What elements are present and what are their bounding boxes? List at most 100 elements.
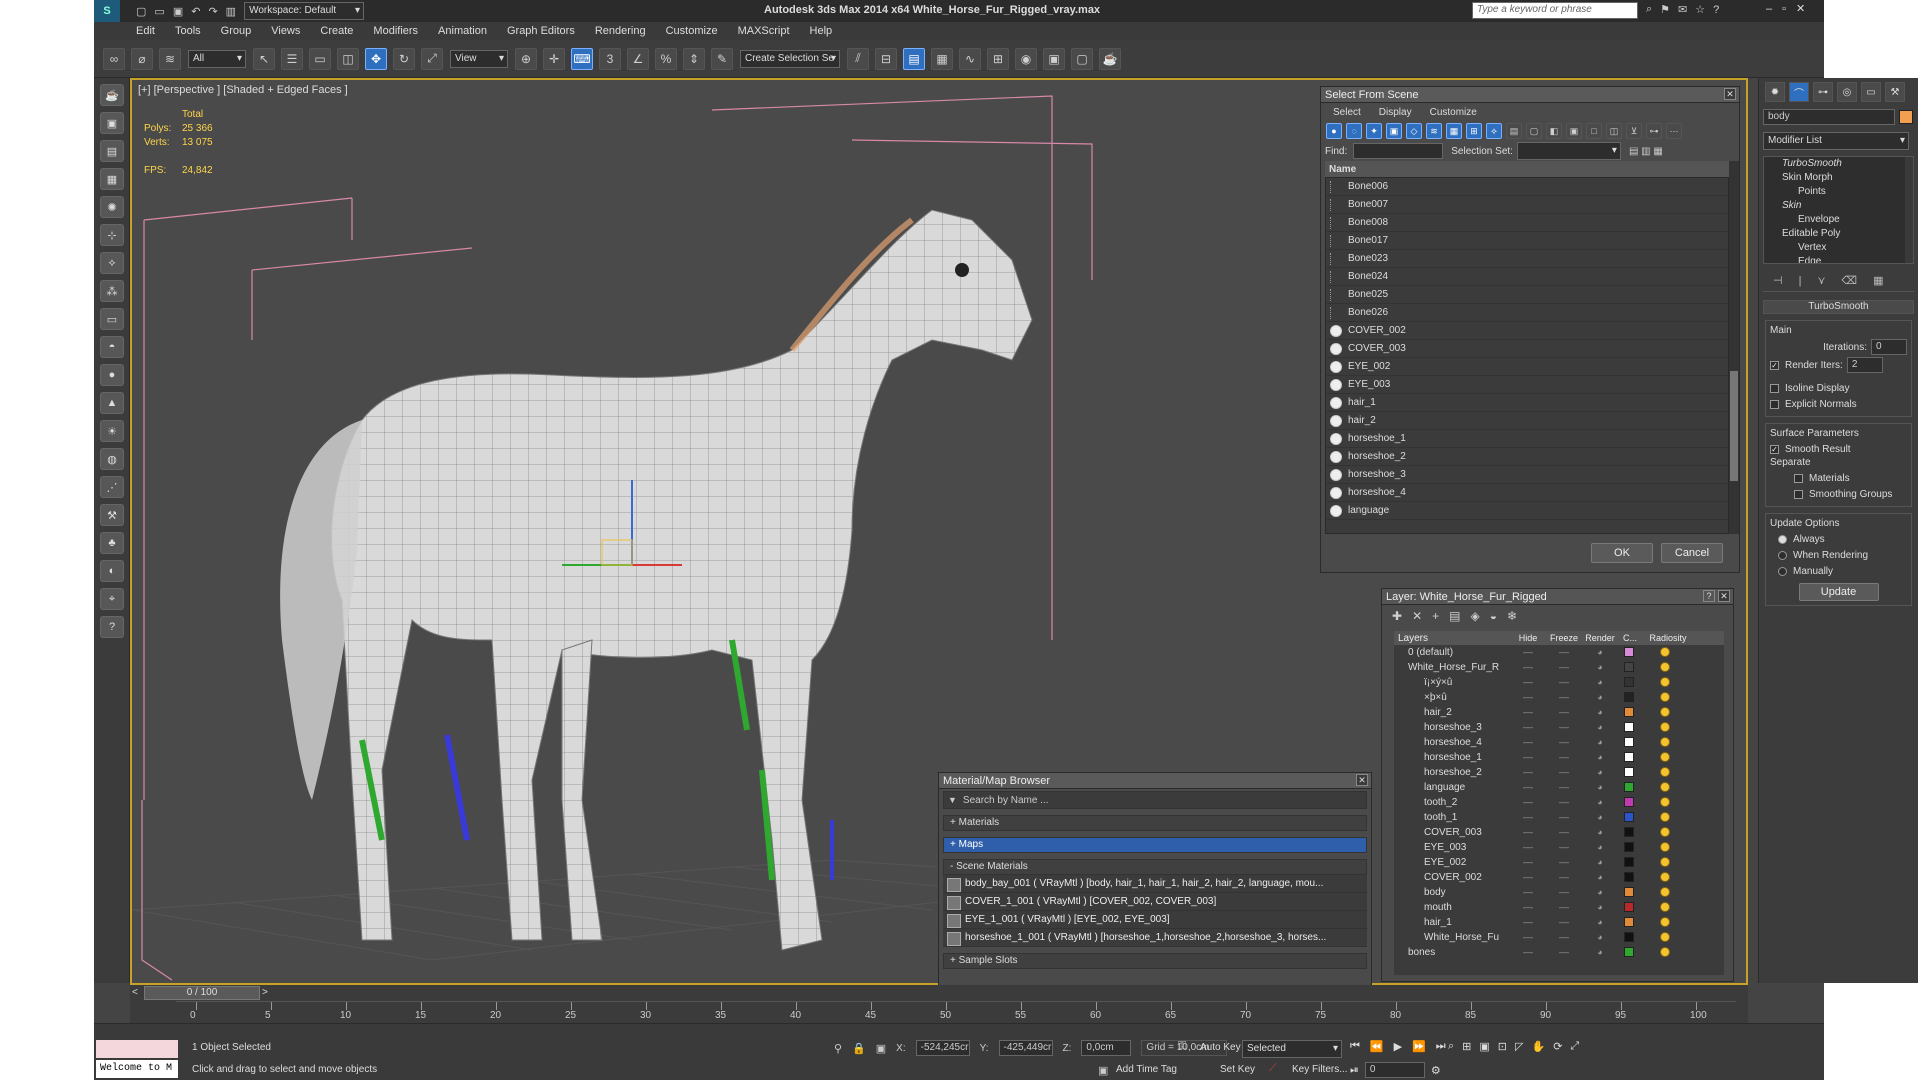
layer-row[interactable]: horseshoe_4 –– –– ◕ xyxy=(1394,735,1724,750)
menu-rendering[interactable]: Rendering xyxy=(585,22,656,40)
isolate-icon[interactable]: ⚲ xyxy=(834,1042,842,1055)
set-key-button[interactable]: Set Key xyxy=(1220,1064,1255,1075)
render-toggle-icon[interactable]: ◕ xyxy=(1582,812,1618,822)
update-button[interactable]: Update xyxy=(1798,583,1879,601)
ref-coord-dropdown[interactable]: View xyxy=(450,49,508,68)
layer-color-swatch[interactable] xyxy=(1624,932,1634,942)
layer-row[interactable]: EYE_003 –– –– ◕ xyxy=(1394,840,1724,855)
search-options-icon[interactable]: ▼ xyxy=(948,795,957,805)
freeze-toggle[interactable]: –– xyxy=(1546,917,1582,927)
prev-frame-icon[interactable]: < xyxy=(132,987,138,998)
hide-toggle[interactable]: –– xyxy=(1510,902,1546,912)
info-icon[interactable]: ? xyxy=(100,616,124,638)
render-toggle-icon[interactable]: ◕ xyxy=(1582,932,1618,942)
scene-material-item[interactable]: horseshoe_1_001 ( VRayMtl ) [horseshoe_1… xyxy=(943,929,1367,947)
options-icon[interactable]: ⋯ xyxy=(1666,123,1682,139)
camera-icon[interactable]: ⌖ xyxy=(100,588,124,610)
hide-toggle[interactable]: –– xyxy=(1510,722,1546,732)
render-frame-icon[interactable]: ▣ xyxy=(100,112,124,134)
save-icon[interactable]: ▣ xyxy=(173,5,183,18)
layer-color-swatch[interactable] xyxy=(1624,662,1634,672)
object-color-swatch[interactable] xyxy=(1899,110,1913,124)
scrollbar-thumb[interactable] xyxy=(1730,371,1738,481)
freeze-all-layers-icon[interactable]: ❄ xyxy=(1507,609,1517,623)
angle-snap-icon[interactable]: ∠ xyxy=(627,47,649,70)
layer-row[interactable]: mouth –– –– ◕ xyxy=(1394,900,1724,915)
freeze-toggle[interactable]: –– xyxy=(1546,827,1582,837)
freeze-toggle[interactable]: –– xyxy=(1546,797,1582,807)
menu-help[interactable]: Help xyxy=(800,22,843,40)
spinner-snap-icon[interactable]: ⇕ xyxy=(683,47,705,70)
layer-color-swatch[interactable] xyxy=(1624,827,1634,837)
workspace-dropdown[interactable]: Workspace: Default xyxy=(244,2,365,20)
radiosity-bulb-icon[interactable] xyxy=(1660,872,1670,882)
layer-color-swatch[interactable] xyxy=(1624,767,1634,777)
freeze-toggle[interactable]: –– xyxy=(1546,947,1582,957)
radiosity-bulb-icon[interactable] xyxy=(1660,707,1670,717)
hide-toggle[interactable]: –– xyxy=(1510,872,1546,882)
freeze-toggle[interactable]: –– xyxy=(1546,812,1582,822)
select-move-icon[interactable]: ✥ xyxy=(365,47,387,70)
layer-color-swatch[interactable] xyxy=(1624,902,1634,912)
layer-color-swatch[interactable] xyxy=(1624,842,1634,852)
layer-row[interactable]: horseshoe_3 –– –– ◕ xyxy=(1394,720,1724,735)
app-logo-icon[interactable]: S xyxy=(94,0,120,22)
zoom-extents-icon[interactable]: ▣ xyxy=(1479,1040,1489,1053)
highlight-layer-icon[interactable]: ◈ xyxy=(1470,609,1479,623)
explicit-normals-checkbox[interactable]: Explicit Normals xyxy=(1770,396,1907,412)
particles-icon[interactable]: ⁂ xyxy=(100,280,124,302)
maps-section[interactable]: + Maps xyxy=(943,837,1367,853)
scene-material-item[interactable]: body_bay_001 ( VRayMtl ) [body, hair_1, … xyxy=(943,875,1367,893)
materials-checkbox[interactable]: Materials xyxy=(1770,470,1907,486)
teapot-icon[interactable]: ☕ xyxy=(100,84,124,106)
freeze-toggle[interactable]: –– xyxy=(1546,662,1582,672)
maxscript-input[interactable]: Welcome to M xyxy=(96,1060,178,1078)
hide-toggle[interactable]: –– xyxy=(1510,677,1546,687)
col-layers[interactable]: Layers xyxy=(1394,633,1510,644)
hide-toggle[interactable]: –– xyxy=(1510,827,1546,837)
freeze-toggle[interactable]: –– xyxy=(1546,737,1582,747)
graphite-tools-icon[interactable]: ▦ xyxy=(931,47,953,70)
keyboard-shortcut-icon[interactable]: ⌨ xyxy=(571,47,593,70)
hide-toggle[interactable]: –– xyxy=(1510,767,1546,777)
time-slider[interactable]: < 0 / 100 > xyxy=(130,985,1748,1001)
time-tag-icon[interactable]: ▣ xyxy=(1098,1064,1108,1077)
set-key-icon[interactable]: ⟋ xyxy=(1269,1062,1277,1075)
materials-section[interactable]: + Materials xyxy=(943,815,1367,831)
render-iters-spinner[interactable]: 2 xyxy=(1846,357,1883,373)
render-toggle-icon[interactable]: ◕ xyxy=(1582,857,1618,867)
modifier-stack-item[interactable]: Editable Poly xyxy=(1764,227,1913,241)
list-scrollbar[interactable] xyxy=(1729,161,1739,534)
iterations-spinner[interactable]: 0 xyxy=(1871,339,1907,355)
turbosmooth-rollout-header[interactable]: TurboSmooth xyxy=(1763,300,1914,314)
select-in-layer-icon[interactable]: ▤ xyxy=(1449,609,1460,623)
scene-list-item[interactable]: EYE_003 xyxy=(1326,376,1728,394)
add-to-layer-icon[interactable]: + xyxy=(1432,609,1439,623)
radiosity-bulb-icon[interactable] xyxy=(1660,647,1670,657)
render-toggle-icon[interactable]: ◕ xyxy=(1582,887,1618,897)
display-cameras-icon[interactable]: ▣ xyxy=(1386,123,1402,139)
next-frame-icon[interactable]: > xyxy=(262,987,268,998)
hide-toggle[interactable]: –– xyxy=(1510,737,1546,747)
make-unique-icon[interactable]: ⋎ xyxy=(1817,274,1825,287)
selection-filter-dropdown[interactable]: All xyxy=(188,49,246,68)
layer-color-swatch[interactable] xyxy=(1624,917,1634,927)
radiosity-bulb-icon[interactable] xyxy=(1660,677,1670,687)
layer-row[interactable]: language –– –– ◕ xyxy=(1394,780,1724,795)
ok-button[interactable]: OK xyxy=(1591,543,1653,563)
select-from-scene-title[interactable]: Select From Scene xyxy=(1321,87,1739,103)
object-name-input[interactable]: body xyxy=(1763,109,1895,125)
render-iters-checkbox[interactable]: ✓ xyxy=(1770,360,1779,370)
hide-toggle[interactable]: –– xyxy=(1510,917,1546,927)
modifier-stack-item[interactable]: Points xyxy=(1764,185,1913,199)
scene-list-item[interactable]: hair_1 xyxy=(1326,394,1728,412)
col-color[interactable]: C... xyxy=(1618,633,1642,643)
key-mode-icon[interactable]: ⚿ xyxy=(1178,1040,1186,1053)
motion-tab-icon[interactable]: ◎ xyxy=(1837,82,1857,102)
layer-color-swatch[interactable] xyxy=(1624,737,1634,747)
close-icon[interactable]: ✕ xyxy=(1718,590,1730,602)
modifier-stack-item[interactable]: Edge xyxy=(1764,255,1913,263)
layer-row[interactable]: tooth_1 –– –– ◕ xyxy=(1394,810,1724,825)
layer-color-swatch[interactable] xyxy=(1624,692,1634,702)
time-config-icon[interactable]: ⚙ xyxy=(1431,1064,1441,1077)
